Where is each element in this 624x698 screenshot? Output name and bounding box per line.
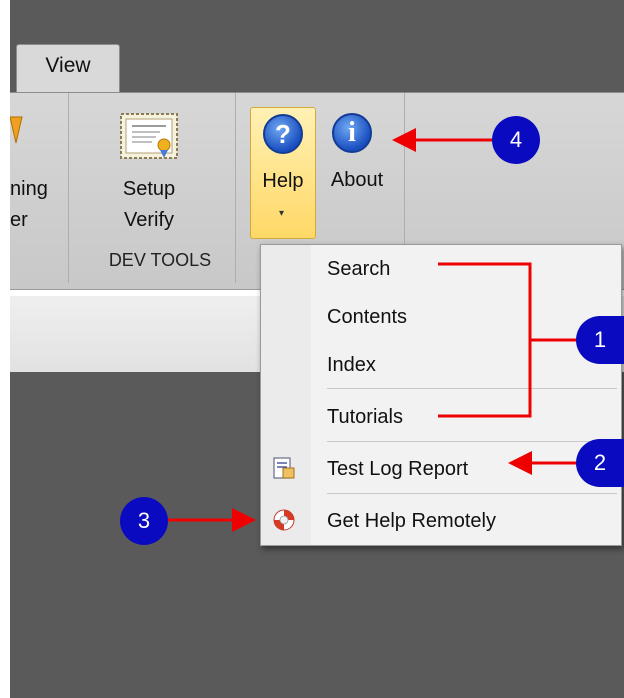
annotation-badge-1: 1 [576, 316, 624, 364]
info-icon[interactable]: i [332, 113, 372, 153]
help-label: Help [262, 170, 304, 192]
annotation-badge-2: 2 [576, 439, 624, 487]
menu-item-get-help-remotely[interactable]: Get Help Remotely [327, 509, 496, 533]
annotation-badge-4: 4 [492, 116, 540, 164]
group-label-dev-tools: DEV TOOLS [108, 250, 212, 270]
menu-separator [327, 441, 617, 442]
about-button[interactable]: About [319, 169, 395, 192]
setup-verify-label-line1[interactable]: Setup [118, 178, 180, 201]
menu-item-index[interactable]: Index [327, 353, 376, 377]
menu-item-tutorials[interactable]: Tutorials [327, 405, 403, 429]
setup-verify-label-line2[interactable]: Verify [118, 209, 180, 232]
app-window: View ning er Setup Verify DEV TOOLS ? He… [10, 0, 624, 698]
annotation-badge-3: 3 [120, 497, 168, 545]
partial-tool-label-line2[interactable]: er [10, 209, 28, 232]
ribbon-divider [235, 93, 236, 283]
ribbon-divider [68, 93, 69, 283]
menu-icon-gutter [261, 245, 311, 545]
help-question-icon: ? [263, 114, 303, 154]
help-dropdown-menu: Search Contents Index Tutorials Test Log… [260, 244, 622, 546]
menu-separator [327, 493, 617, 494]
help-button[interactable]: ? Help ▾ [250, 107, 316, 239]
partial-tool-label-line1[interactable]: ning [10, 178, 48, 201]
report-icon [273, 457, 295, 479]
menu-separator [327, 388, 617, 389]
tab-view[interactable]: View [16, 44, 120, 96]
menu-item-search[interactable]: Search [327, 257, 390, 281]
certificate-icon[interactable] [120, 113, 178, 159]
partial-tool-icon [10, 116, 23, 144]
menu-item-contents[interactable]: Contents [327, 305, 407, 329]
chevron-down-icon: ▾ [279, 208, 285, 219]
lifebuoy-icon [273, 509, 295, 531]
menu-item-test-log-report[interactable]: Test Log Report [327, 457, 468, 481]
tab-bar: View [10, 0, 624, 96]
